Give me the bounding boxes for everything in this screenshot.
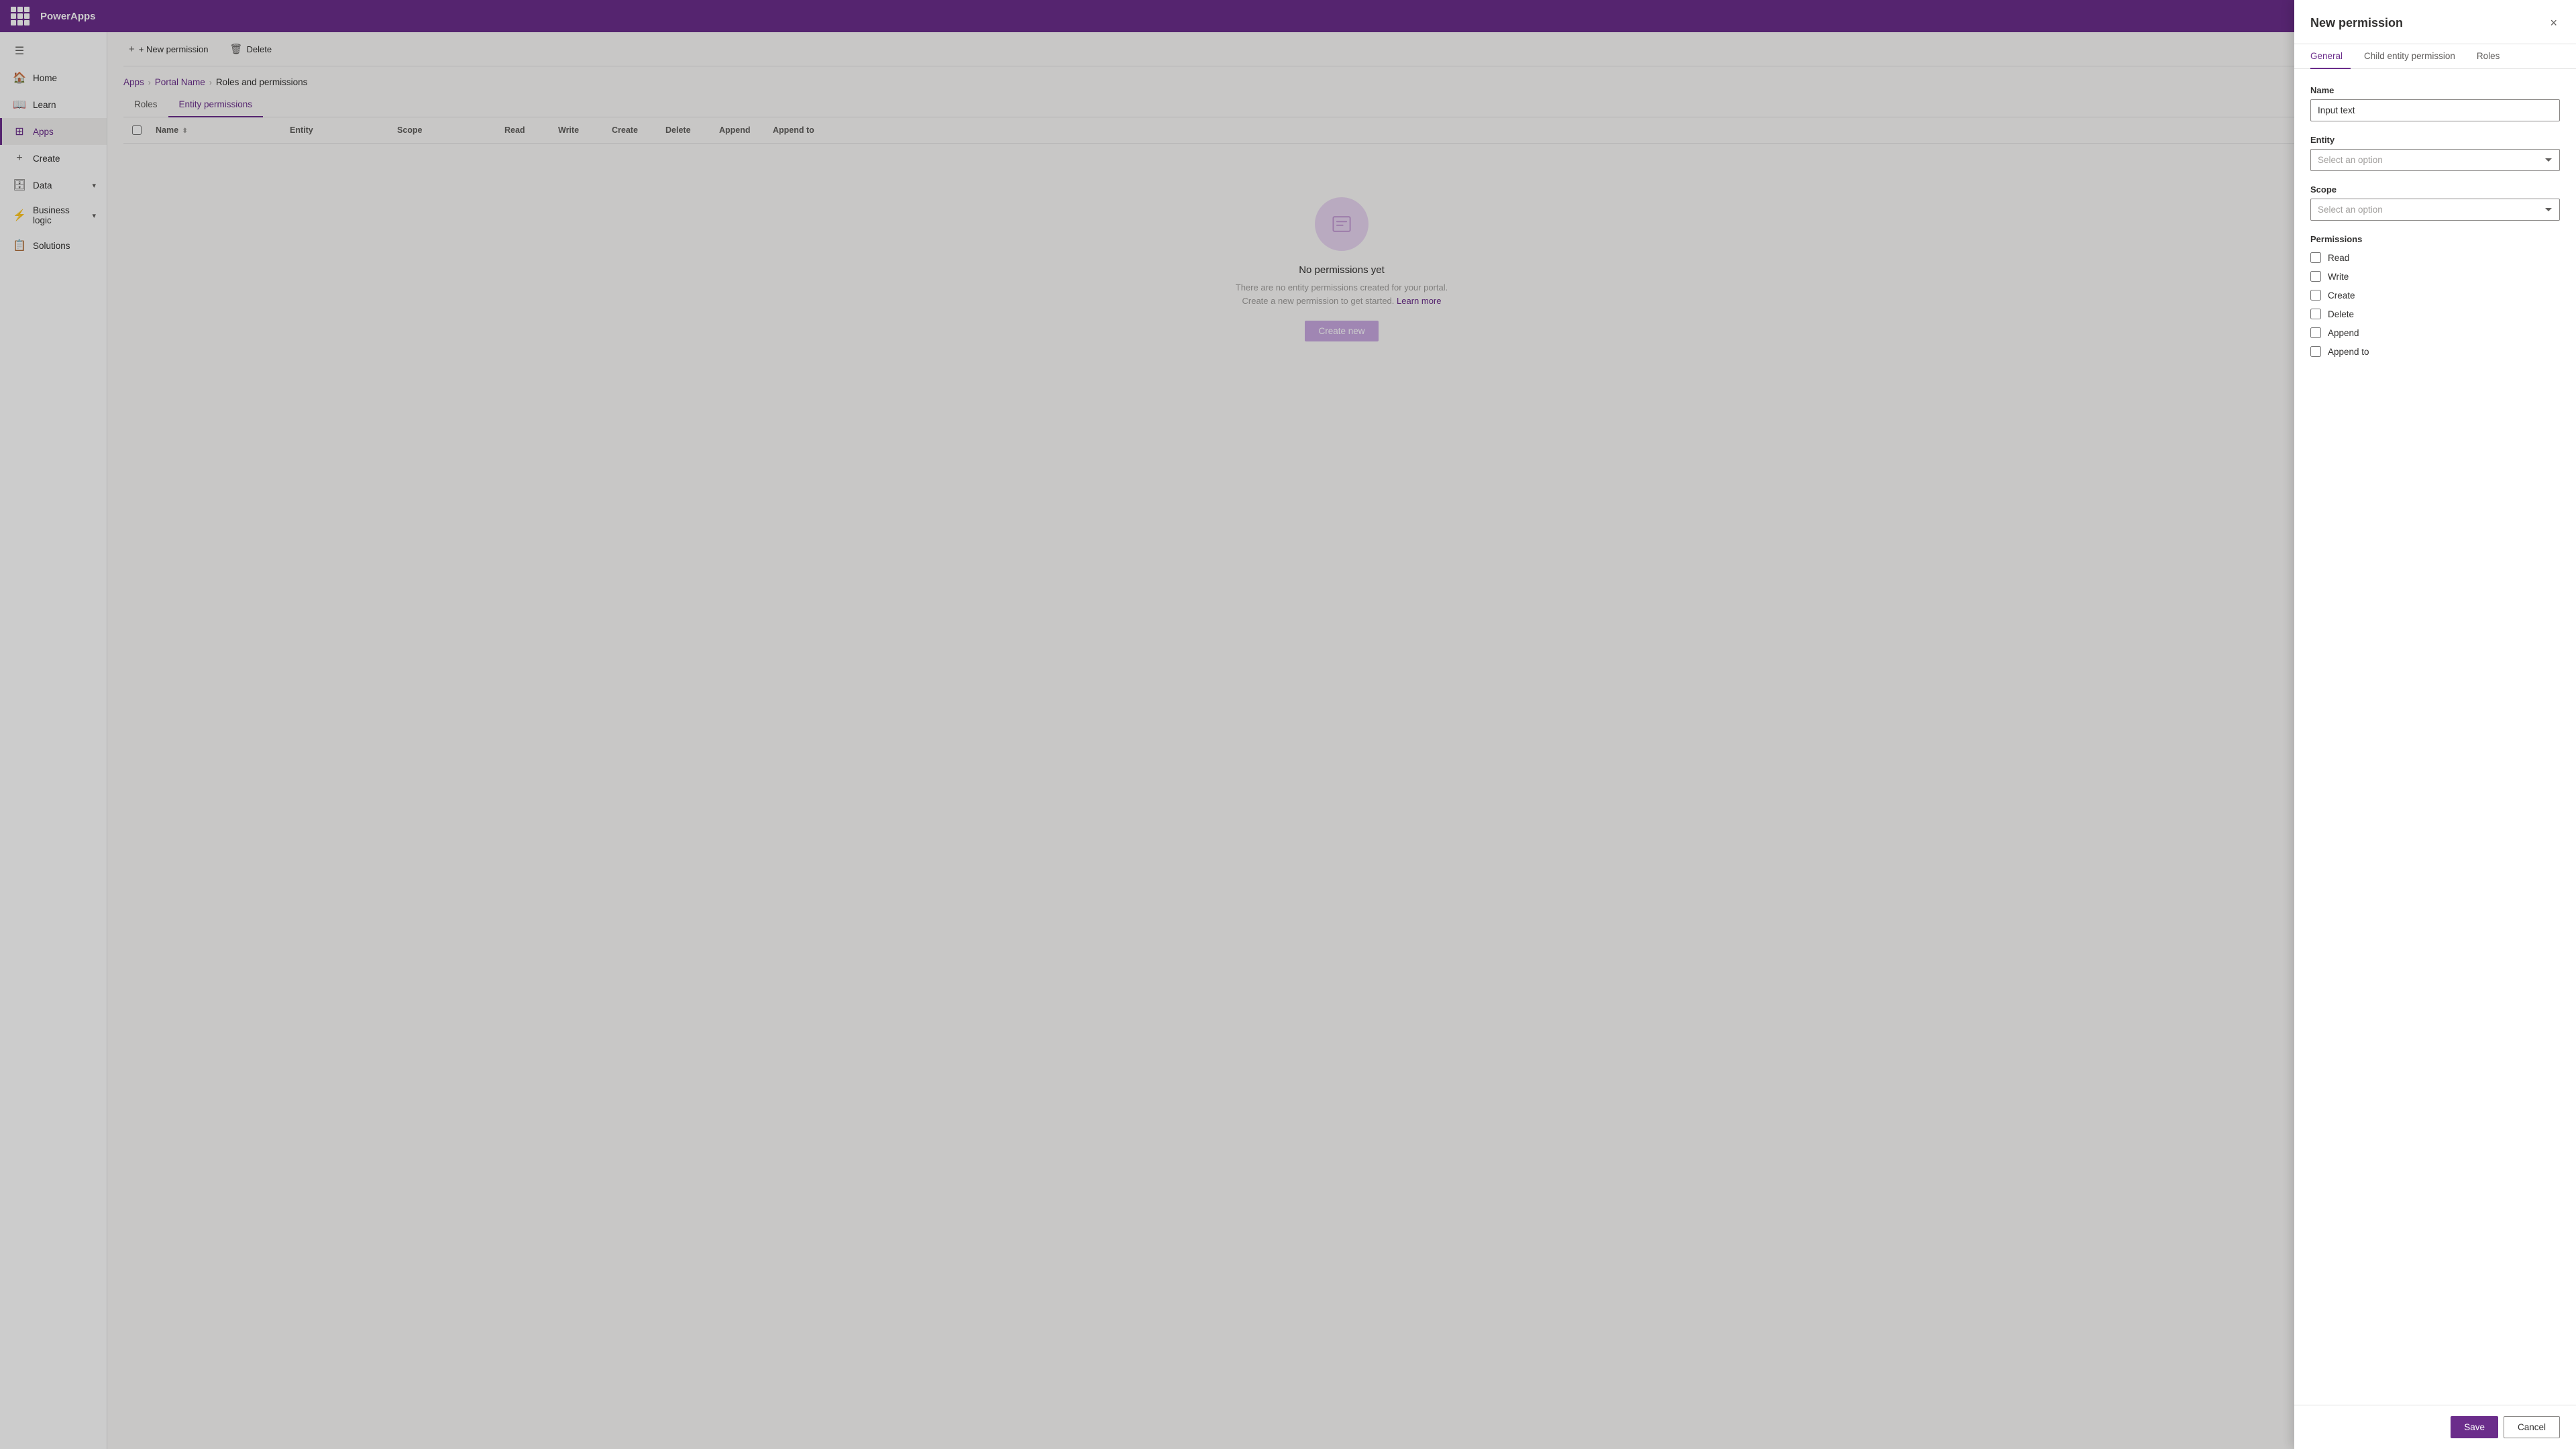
panel-tab-general[interactable]: General (2310, 44, 2351, 69)
permission-append-to: Append to (2310, 346, 2560, 357)
delete-checkbox[interactable] (2310, 309, 2321, 319)
cancel-button[interactable]: Cancel (2504, 1416, 2560, 1438)
permission-write: Write (2310, 271, 2560, 282)
panel-footer: Save Cancel (2294, 1405, 2576, 1449)
write-checkbox[interactable] (2310, 271, 2321, 282)
panel-overlay[interactable] (0, 0, 2576, 1449)
append-to-checkbox[interactable] (2310, 346, 2321, 357)
permission-read: Read (2310, 252, 2560, 263)
create-checkbox[interactable] (2310, 290, 2321, 301)
entity-select[interactable]: Select an option (2310, 149, 2560, 171)
read-label[interactable]: Read (2328, 253, 2349, 263)
side-panel: New permission × General Child entity pe… (2294, 0, 2576, 1449)
read-checkbox[interactable] (2310, 252, 2321, 263)
save-button[interactable]: Save (2451, 1416, 2498, 1438)
scope-select[interactable]: Select an option (2310, 199, 2560, 221)
append-to-label[interactable]: Append to (2328, 347, 2369, 357)
name-input[interactable] (2310, 99, 2560, 121)
name-label: Name (2310, 85, 2560, 95)
create-label[interactable]: Create (2328, 290, 2355, 301)
panel-body: Name Entity Select an option Scope Selec… (2294, 69, 2576, 1405)
scope-select-wrapper: Select an option (2310, 199, 2560, 221)
entity-select-wrapper: Select an option (2310, 149, 2560, 171)
panel-tab-roles[interactable]: Roles (2477, 44, 2508, 69)
append-checkbox[interactable] (2310, 327, 2321, 338)
permission-create: Create (2310, 290, 2560, 301)
append-label[interactable]: Append (2328, 328, 2359, 338)
scope-field-group: Scope Select an option (2310, 184, 2560, 221)
permissions-group: Permissions Read Write Create Delete App… (2310, 234, 2560, 357)
name-field-group: Name (2310, 85, 2560, 121)
write-label[interactable]: Write (2328, 272, 2349, 282)
scope-label: Scope (2310, 184, 2560, 195)
panel-close-button[interactable]: × (2547, 13, 2560, 33)
permissions-label: Permissions (2310, 234, 2560, 244)
panel-tab-child-entity[interactable]: Child entity permission (2364, 44, 2463, 69)
entity-label: Entity (2310, 135, 2560, 145)
panel-title: New permission (2310, 16, 2403, 30)
panel-tabs: General Child entity permission Roles (2294, 44, 2576, 69)
permission-delete: Delete (2310, 309, 2560, 319)
panel-header: New permission × (2294, 0, 2576, 44)
delete-label[interactable]: Delete (2328, 309, 2354, 319)
entity-field-group: Entity Select an option (2310, 135, 2560, 171)
permission-append: Append (2310, 327, 2560, 338)
